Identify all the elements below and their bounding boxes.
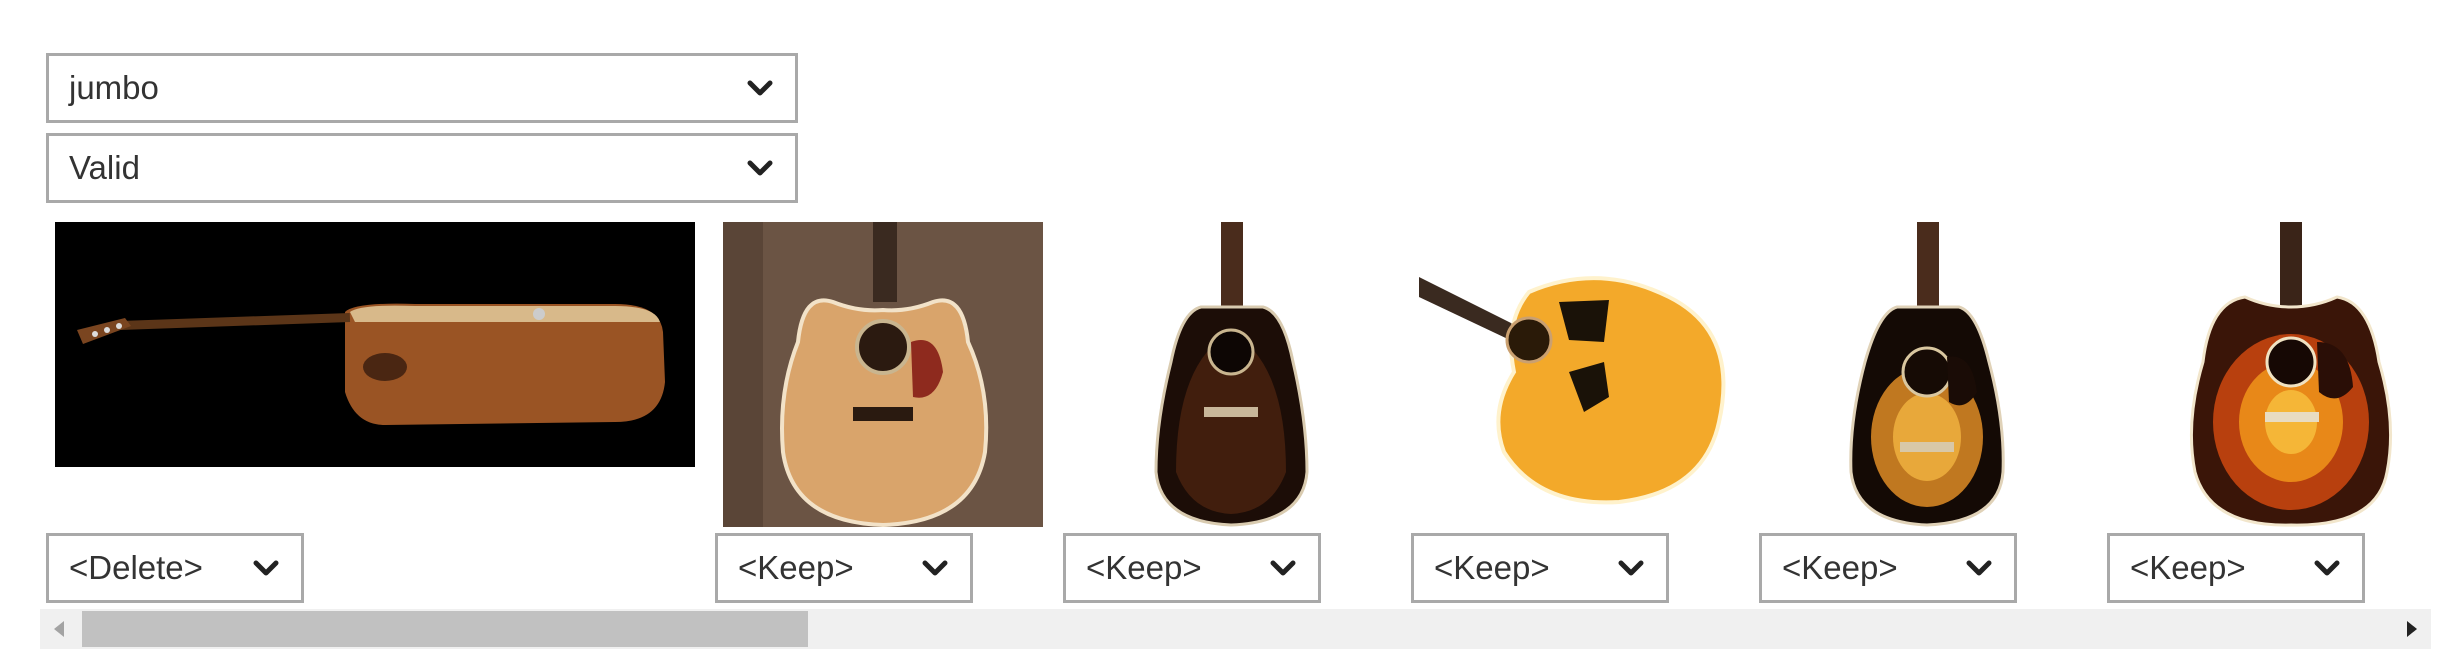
item-action-value: <Keep>: [1434, 549, 1550, 586]
item-action-select-3[interactable]: <Keep>: [1063, 533, 1321, 603]
item-action-select-1[interactable]: <Delete>: [46, 533, 304, 603]
item-action-select-2[interactable]: <Keep>: [715, 533, 973, 603]
scrollbar-thumb[interactable]: [82, 611, 808, 647]
item-action-value: <Keep>: [1086, 549, 1202, 586]
chevron-down-icon: [922, 560, 948, 576]
scroll-left-arrow-icon[interactable]: [54, 621, 64, 637]
item-action-value: <Delete>: [69, 549, 203, 586]
guitar-image-4[interactable]: [1419, 222, 1739, 527]
chevron-down-icon: [1270, 560, 1296, 576]
status-select-value: Valid: [69, 149, 140, 186]
item-action-value: <Keep>: [2130, 549, 2246, 586]
item-action-value: <Keep>: [1782, 549, 1898, 586]
item-action-select-5[interactable]: <Keep>: [1759, 533, 2017, 603]
chevron-down-icon: [2314, 560, 2340, 576]
guitar-image-6[interactable]: [2115, 222, 2435, 527]
guitar-image-2[interactable]: [723, 222, 1043, 527]
chevron-down-icon: [1618, 560, 1644, 576]
category-select[interactable]: jumbo: [46, 53, 798, 123]
guitar-image-1[interactable]: [55, 222, 695, 467]
category-select-value: jumbo: [69, 69, 159, 106]
chevron-down-icon: [747, 160, 773, 176]
status-select[interactable]: Valid: [46, 133, 798, 203]
scroll-right-arrow-icon[interactable]: [2407, 621, 2417, 637]
item-action-select-6[interactable]: <Keep>: [2107, 533, 2365, 603]
guitar-image-3[interactable]: [1071, 222, 1391, 527]
chevron-down-icon: [1966, 560, 1992, 576]
item-action-value: <Keep>: [738, 549, 854, 586]
chevron-down-icon: [747, 80, 773, 96]
item-action-select-4[interactable]: <Keep>: [1411, 533, 1669, 603]
guitar-image-5[interactable]: [1767, 222, 2087, 527]
horizontal-scrollbar[interactable]: [40, 609, 2431, 649]
chevron-down-icon: [253, 560, 279, 576]
